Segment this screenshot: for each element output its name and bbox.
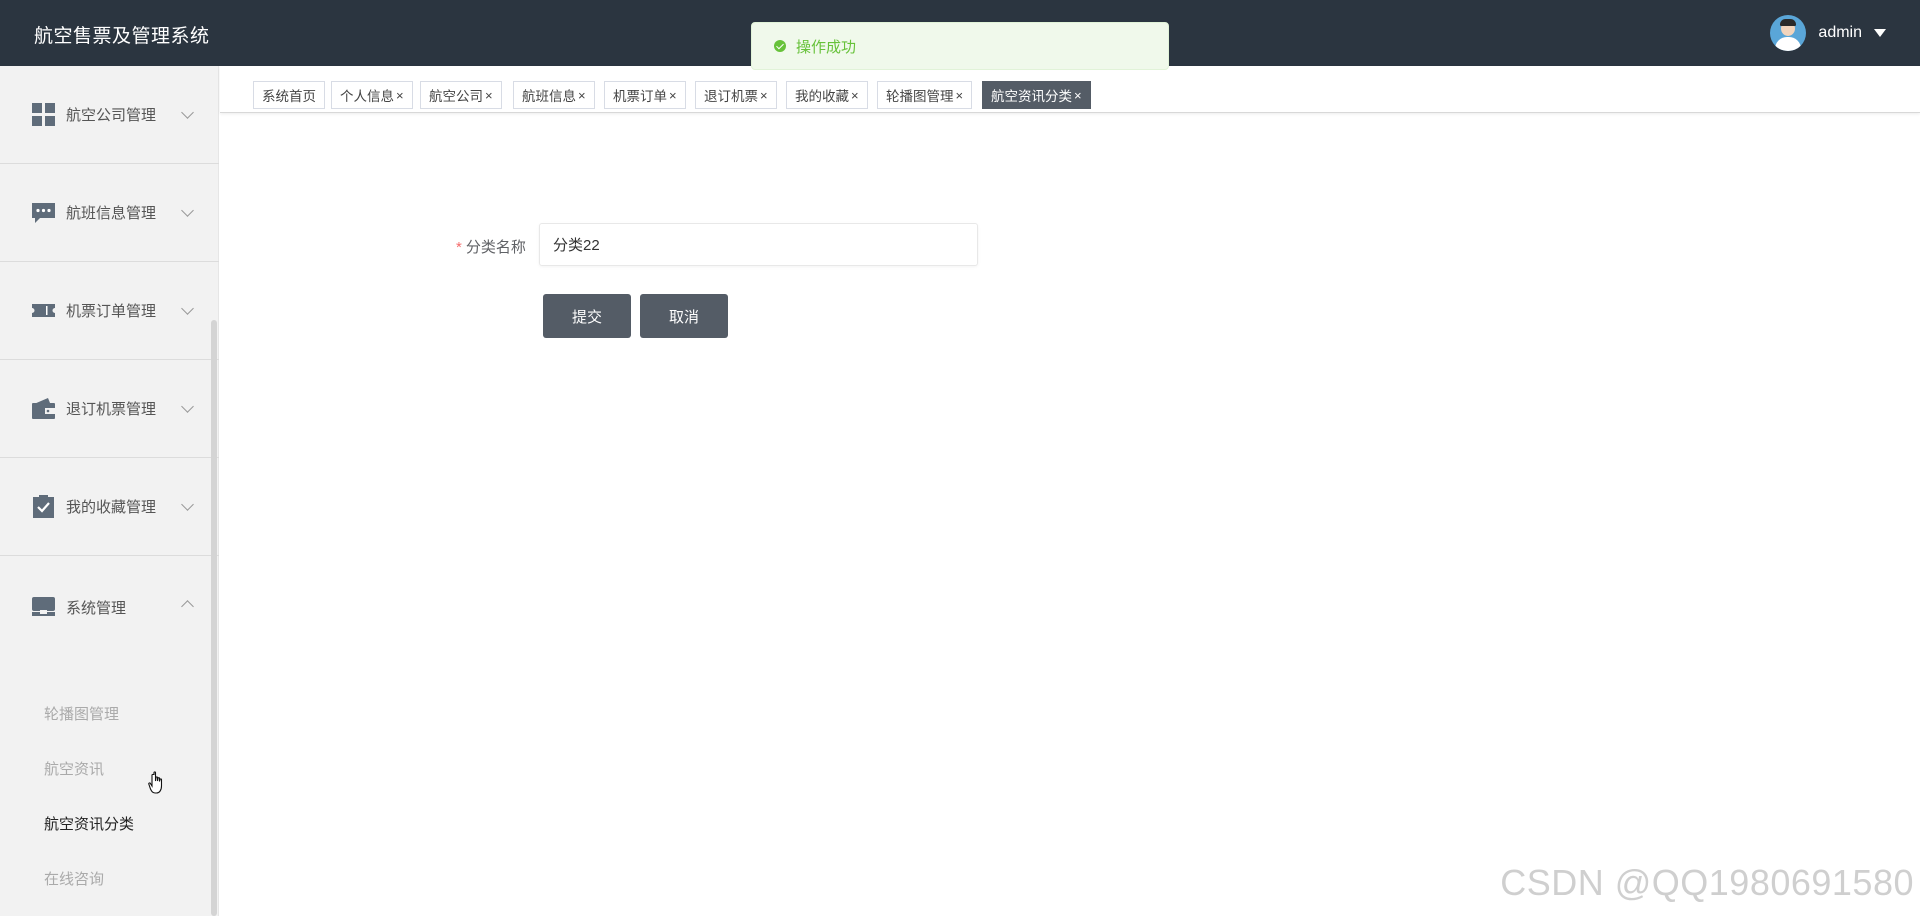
- app-title: 航空售票及管理系统: [34, 26, 210, 47]
- sidebar-group-flight[interactable]: 航班信息管理: [0, 164, 219, 262]
- caret-down-icon[interactable]: [1874, 29, 1886, 37]
- tab-ticket-order[interactable]: 机票订单 ×: [604, 81, 686, 109]
- tab-flight-info[interactable]: 航班信息 ×: [513, 81, 595, 109]
- sidebar-group-label: 我的收藏管理: [66, 499, 157, 516]
- category-name-input[interactable]: [539, 223, 978, 266]
- close-icon[interactable]: ×: [669, 88, 677, 103]
- tab-label: 航班信息: [522, 89, 576, 104]
- success-toast: 操作成功: [751, 22, 1169, 70]
- tab-label: 退订机票: [704, 89, 758, 104]
- monitor-icon: [32, 597, 55, 616]
- chevron-down-icon: [181, 399, 194, 413]
- tab-favorites[interactable]: 我的收藏 ×: [786, 81, 868, 109]
- sidebar-group-label: 退订机票管理: [66, 401, 157, 418]
- tab-refund[interactable]: 退订机票 ×: [695, 81, 777, 109]
- tab-label: 航空资讯分类: [991, 89, 1072, 104]
- tab-label: 轮播图管理: [886, 89, 954, 104]
- tab-carousel[interactable]: 轮播图管理 ×: [877, 81, 973, 109]
- avatar[interactable]: [1770, 15, 1807, 51]
- chevron-down-icon: [181, 105, 194, 119]
- tab-label: 系统首页: [262, 89, 316, 104]
- required-mark: *: [456, 239, 462, 256]
- chat-dots-icon: [32, 203, 55, 223]
- clipboard-check-icon: [33, 495, 54, 518]
- close-icon[interactable]: ×: [485, 88, 493, 103]
- close-icon[interactable]: ×: [578, 88, 586, 103]
- tab-profile[interactable]: 个人信息 ×: [331, 81, 413, 109]
- sidebar-item-online-consult[interactable]: 在线咨询: [44, 868, 104, 889]
- sidebar-group-label: 航空公司管理: [66, 107, 157, 124]
- grid-icon: [32, 103, 55, 126]
- chevron-up-icon: [181, 600, 194, 613]
- tab-news-category[interactable]: 航空资讯分类 ×: [982, 81, 1091, 109]
- cancel-button[interactable]: 取消: [640, 294, 728, 338]
- tab-label: 个人信息: [340, 89, 394, 104]
- hand-pointer-icon: [148, 771, 163, 794]
- sidebar-group-airline[interactable]: 航空公司管理: [0, 66, 219, 164]
- tabs-bar: 系统首页 个人信息 × 航空公司 × 航班信息 × 机票订单 × 退订机票 × 我的收藏 ×…: [220, 66, 1920, 113]
- category-name-label-text: 分类名称: [465, 239, 526, 256]
- wallet-icon: [32, 398, 55, 419]
- chevron-down-icon: [181, 203, 194, 217]
- sidebar-item-carousel[interactable]: 轮播图管理: [44, 703, 119, 724]
- close-icon[interactable]: ×: [760, 88, 768, 103]
- check-circle-icon: [774, 40, 786, 52]
- tab-airline[interactable]: 航空公司 ×: [420, 81, 502, 109]
- close-icon[interactable]: ×: [396, 88, 404, 103]
- sidebar-item-aviation-news[interactable]: 航空资讯: [44, 758, 104, 779]
- sidebar-group-ticket-order[interactable]: 机票订单管理: [0, 262, 219, 360]
- sidebar: 航空公司管理 航班信息管理 机票订单管理 退订机票管理 我的收藏管理 系统管理 …: [0, 66, 219, 916]
- sidebar-group-label: 机票订单管理: [66, 303, 157, 320]
- sidebar-scrollbar[interactable]: [211, 320, 217, 916]
- tab-label: 航空公司: [429, 89, 483, 104]
- close-icon[interactable]: ×: [956, 88, 964, 103]
- category-name-label: * 分类名称: [456, 236, 526, 257]
- sidebar-group-system[interactable]: 系统管理 轮播图管理 航空资讯 航空资讯分类 在线咨询: [0, 556, 219, 916]
- sidebar-group-label: 系统管理: [66, 600, 127, 617]
- chevron-down-icon: [181, 301, 194, 315]
- tab-label: 我的收藏: [795, 89, 849, 104]
- toast-message: 操作成功: [796, 38, 857, 56]
- chevron-down-icon: [181, 497, 194, 511]
- tab-label: 机票订单: [613, 89, 667, 104]
- sidebar-group-refund[interactable]: 退订机票管理: [0, 360, 219, 458]
- sidebar-group-favorites[interactable]: 我的收藏管理: [0, 458, 219, 556]
- sidebar-item-news-category[interactable]: 航空资讯分类: [44, 813, 134, 834]
- close-icon[interactable]: ×: [851, 88, 859, 103]
- watermark: CSDN @QQ1980691580: [1500, 862, 1914, 903]
- username[interactable]: admin: [1818, 24, 1862, 42]
- submit-button[interactable]: 提交: [543, 294, 631, 338]
- sidebar-group-label: 航班信息管理: [66, 205, 157, 222]
- close-icon[interactable]: ×: [1074, 88, 1082, 103]
- ticket-icon: [32, 304, 55, 317]
- tab-home[interactable]: 系统首页: [253, 81, 325, 109]
- user-menu[interactable]: admin: [1770, 14, 1886, 52]
